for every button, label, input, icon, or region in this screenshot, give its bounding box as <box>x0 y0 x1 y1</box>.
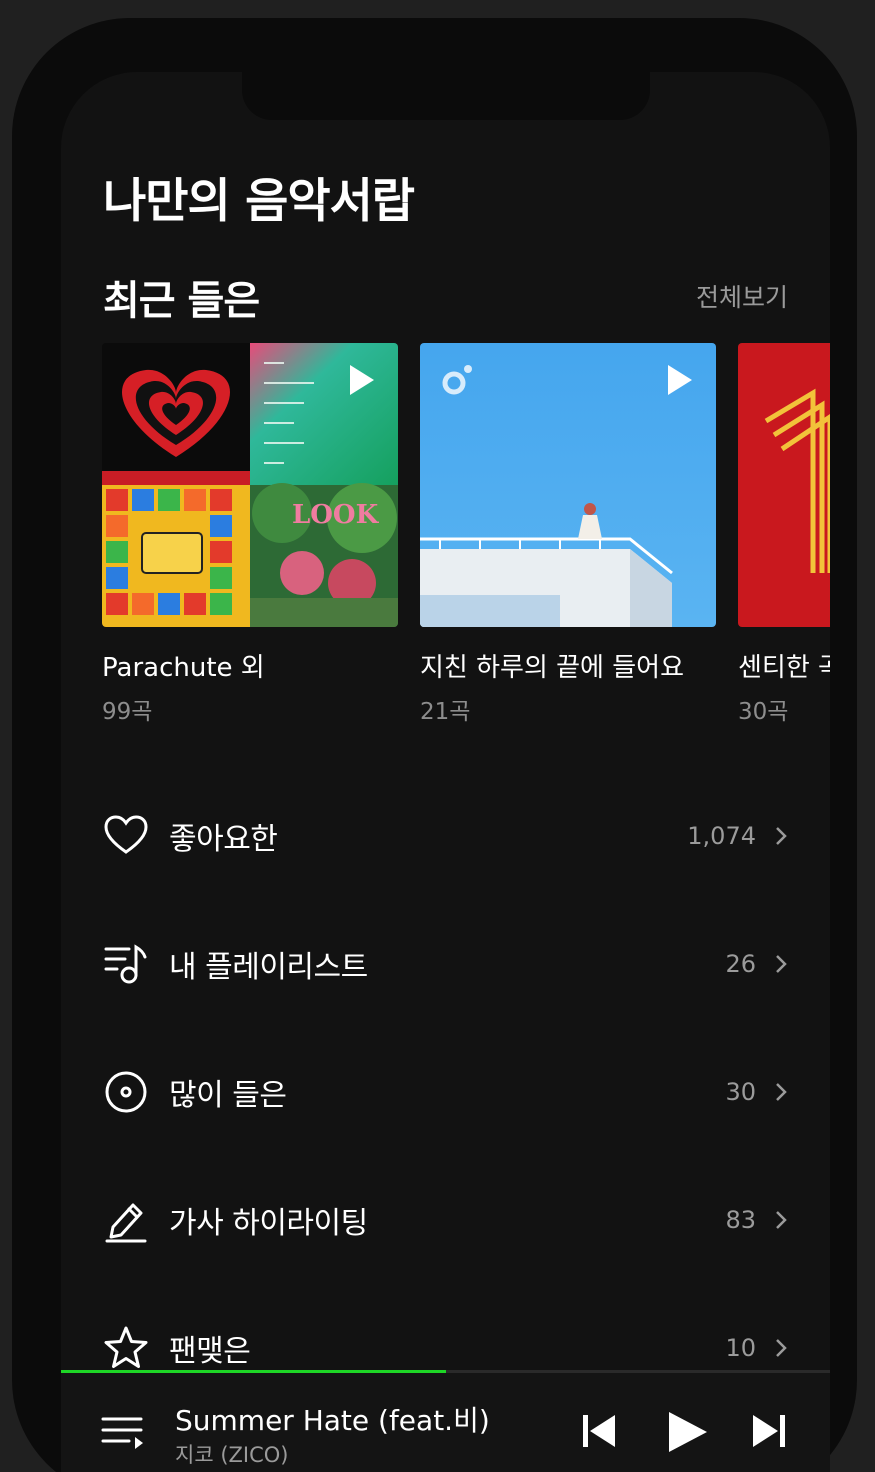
notch <box>242 58 650 120</box>
chevron-right-icon <box>776 1083 787 1101</box>
playlist-icon <box>104 944 147 984</box>
menu-count: 30 <box>725 1078 756 1106</box>
recent-carousel[interactable]: LOOK Parachute 외 99곡 지친 하루의 끝에 들어요 21곡 센… <box>102 343 830 726</box>
heart-icon <box>104 815 148 854</box>
menu-item-lyrics-highlight[interactable]: 가사 하이라이팅 83 <box>103 1190 788 1250</box>
now-playing-title[interactable]: Summer Hate (feat.비) <box>175 1399 490 1439</box>
menu-item-liked[interactable]: 좋아요한 1,074 <box>103 806 788 866</box>
recent-card[interactable]: LOOK Parachute 외 99곡 <box>102 343 398 726</box>
chevron-right-icon <box>776 827 787 845</box>
menu-item-most-played[interactable]: 많이 들은 30 <box>103 1062 788 1122</box>
card-count: 21곡 <box>420 699 471 725</box>
page-title: 나만의 음악서랍 <box>103 174 415 229</box>
see-all-link[interactable]: 전체보기 <box>696 278 788 314</box>
menu-count: 10 <box>725 1334 756 1362</box>
recent-card[interactable]: 센티한 곡 30곡 <box>738 343 830 726</box>
menu-item-fan[interactable]: 팬맺은 10 <box>103 1318 788 1378</box>
highlight-pen-icon <box>105 1203 147 1243</box>
screen: 나만의 음악서랍 최근 들은 전체보기 LOOK Parachute 외 99곡… <box>61 72 830 1472</box>
album-art-red <box>738 343 830 627</box>
menu-label: 내 플레이리스트 <box>169 950 368 985</box>
menu-label: 가사 하이라이팅 <box>169 1206 368 1241</box>
menu-count: 1,074 <box>687 822 756 850</box>
recent-card[interactable]: 지친 하루의 끝에 들어요 21곡 <box>420 343 716 726</box>
mini-player[interactable]: Summer Hate (feat.비) 지코 (ZICO) <box>61 1373 830 1472</box>
menu-label: 팬맺은 <box>169 1334 251 1369</box>
card-count: 99곡 <box>102 699 153 725</box>
card-count: 30곡 <box>738 699 789 725</box>
previous-track-button[interactable] <box>581 1413 617 1449</box>
chevron-right-icon <box>776 955 787 973</box>
album-art-sky <box>420 343 716 627</box>
card-title: Parachute 외 <box>102 653 265 683</box>
menu-item-my-playlist[interactable]: 내 플레이리스트 26 <box>103 934 788 994</box>
phone-frame: 나만의 음악서랍 최근 들은 전체보기 LOOK Parachute 외 99곡… <box>12 18 857 1472</box>
disc-icon <box>105 1071 147 1113</box>
card-title: 지친 하루의 끝에 들어요 <box>420 653 684 683</box>
chevron-right-icon <box>776 1339 787 1357</box>
next-track-button[interactable] <box>751 1413 787 1449</box>
menu-count: 83 <box>725 1206 756 1234</box>
card-title: 센티한 곡 <box>738 653 830 683</box>
svg-text:LOOK: LOOK <box>292 500 380 530</box>
queue-list-icon[interactable] <box>101 1413 145 1455</box>
chevron-right-icon <box>776 1211 787 1229</box>
section-title-recent: 최근 들은 <box>103 278 260 324</box>
menu-label: 좋아요한 <box>169 822 278 857</box>
now-playing-artist[interactable]: 지코 (ZICO) <box>175 1439 288 1469</box>
play-button[interactable] <box>665 1409 709 1455</box>
menu-count: 26 <box>725 950 756 978</box>
play-icon[interactable] <box>348 363 376 397</box>
album-art-mosaic: LOOK <box>102 343 398 627</box>
play-icon[interactable] <box>666 363 694 397</box>
menu-label: 많이 들은 <box>169 1078 287 1113</box>
star-icon <box>104 1326 148 1368</box>
